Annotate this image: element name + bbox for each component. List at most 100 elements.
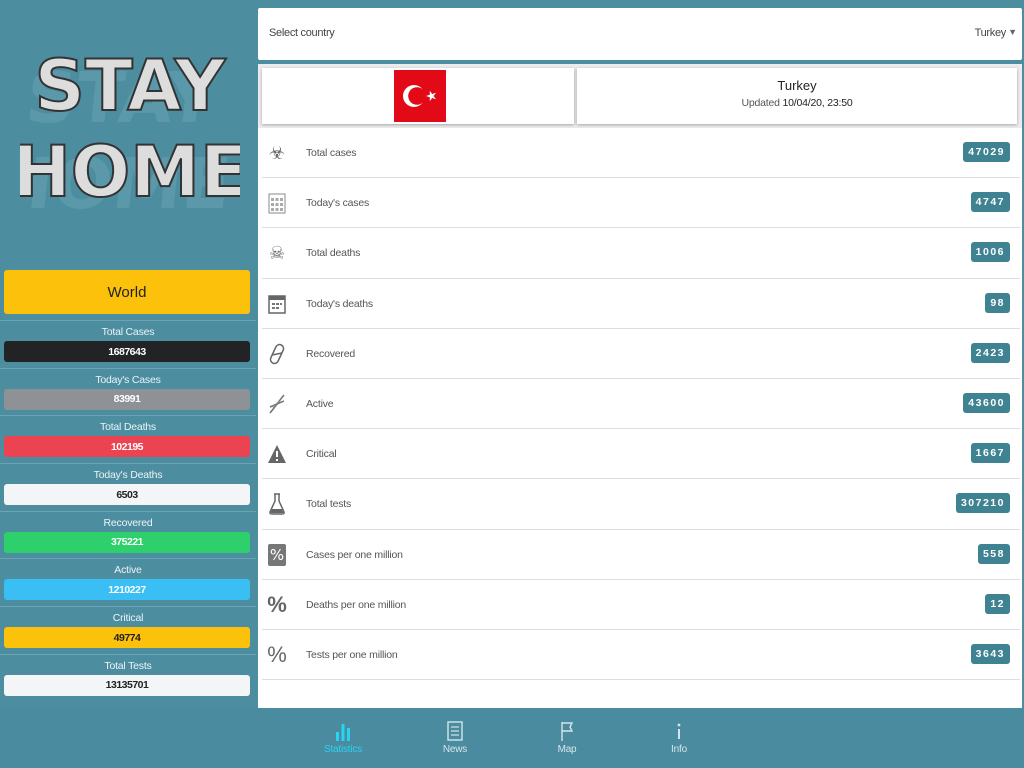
info-icon (649, 720, 709, 744)
calendar-icon (266, 292, 288, 316)
world-stat-label: Today's Cases (95, 373, 161, 386)
world-stat-total-tests: Total Tests 13135701 (0, 653, 256, 702)
world-stat-value: 13135701 (4, 674, 250, 696)
world-stat-total-deaths: Total Deaths 102195 (0, 415, 256, 463)
world-stat-label: Recovered (103, 516, 153, 529)
flask-icon (266, 492, 288, 516)
stat-badge: 1006 (970, 242, 1010, 263)
stat-row-todays-deaths: Today's deaths 98 (262, 279, 1020, 329)
world-stat-label: Active (114, 564, 142, 577)
bar-chart-icon (313, 720, 373, 744)
percent-box-icon: % (266, 543, 288, 567)
stat-row-todays-cases: Today's cases 4747 (262, 178, 1020, 229)
stat-label: Total tests (306, 498, 352, 511)
nav-label: Info (671, 744, 687, 755)
country-header: Turkey Updated 10/04/20, 23:50 (258, 64, 1022, 128)
stat-label: Total cases (306, 147, 357, 159)
stat-row-tests-per-million: % Tests per one million 3643 (262, 630, 1020, 681)
stat-row-critical: Critical 1667 (262, 429, 1020, 480)
biohazard-icon: ☣ (268, 142, 286, 163)
left-panel: STAY HOME STAY HOME World Total Cases 16… (0, 0, 256, 708)
nav-label: News (442, 744, 468, 755)
world-stat-recovered: Recovered 375221 (0, 510, 256, 559)
world-stat-label: Total Tests (104, 659, 152, 672)
dna-icon (266, 392, 288, 416)
world-stat-value: 375221 (4, 531, 250, 553)
newspaper-icon (425, 720, 485, 744)
world-stat-label: Total Cases (101, 326, 155, 338)
nav-info[interactable]: Info (649, 720, 709, 755)
world-stat-label: Total Deaths (100, 421, 156, 434)
world-stat-critical: Critical 49774 (0, 606, 256, 654)
stat-badge: 307210 (955, 493, 1010, 514)
stat-badge: 2423 (970, 342, 1010, 363)
world-stat-label: Critical (112, 612, 144, 625)
world-stat-todays-deaths: Today's Deaths 6503 (0, 463, 256, 511)
country-stats-list: ☣ Total cases 47029 Today's cases 4747 ☠… (258, 128, 1022, 681)
world-stat-active: Active 1210227 (0, 558, 256, 606)
turkey-flag-icon (394, 70, 446, 122)
world-stat-label: Today's Deaths (93, 469, 163, 482)
flag-box (262, 68, 574, 124)
world-stat-value: 1687643 (4, 341, 250, 362)
world-stat-total-cases: Total Cases 1687643 (0, 320, 256, 368)
stat-badge: 4747 (970, 192, 1010, 213)
stat-badge: 47029 (963, 142, 1010, 162)
stat-row-total-tests: Total tests 307210 (262, 479, 1020, 530)
updated-date: 10/04/20, 23:50 (782, 97, 853, 109)
flag-icon (537, 720, 597, 744)
country-select-label: Select country (269, 27, 335, 39)
stat-label: Critical (306, 448, 337, 461)
stat-label: Active (306, 397, 334, 410)
stat-row-recovered: Recovered 2423 (262, 329, 1020, 379)
world-stat-value: 49774 (4, 627, 250, 649)
calendar-grid-icon (266, 191, 288, 215)
stat-label: Cases per one million (306, 548, 403, 561)
skull-icon: ☠ (268, 242, 286, 263)
stat-row-active: Active 43600 (262, 379, 1020, 430)
stat-badge: 1667 (970, 443, 1010, 464)
stat-badge: 3643 (970, 643, 1010, 664)
stat-label: Recovered (306, 347, 355, 360)
country-card: Turkey Updated 10/04/20, 23:50 ☣ Total c… (258, 64, 1022, 708)
svg-text:STAY: STAY (35, 48, 227, 127)
bottom-nav: Statistics News Map Info (0, 708, 1024, 768)
caret-down-icon: ▼ (1008, 27, 1017, 37)
nav-label: Map (557, 744, 577, 755)
stat-label: Total deaths (306, 247, 361, 260)
world-button[interactable]: World (4, 270, 250, 314)
world-stat-todays-cases: Today's Cases 83991 (0, 367, 256, 416)
stat-row-deaths-per-million: % Deaths per one million 12 (262, 580, 1020, 630)
stat-row-total-deaths: ☠ Total deaths 1006 (262, 228, 1020, 279)
nav-statistics[interactable]: Statistics (313, 720, 373, 755)
stat-badge: 43600 (963, 392, 1010, 413)
stat-badge: 12 (985, 593, 1010, 614)
nav-map[interactable]: Map (537, 720, 597, 755)
stat-label: Tests per one million (306, 648, 398, 661)
stat-row-total-cases: ☣ Total cases 47029 (262, 128, 1020, 179)
country-select-value: Turkey (974, 27, 1007, 39)
stat-label: Today's cases (306, 197, 370, 210)
country-info: Turkey Updated 10/04/20, 23:50 (577, 68, 1017, 124)
stay-home-logo: STAY HOME STAY HOME (20, 48, 240, 225)
world-stat-value: 102195 (4, 436, 250, 458)
nav-news[interactable]: News (425, 720, 485, 755)
stat-row-cases-per-million: % Cases per one million 558 (262, 530, 1020, 580)
stat-badge: 558 (977, 543, 1010, 564)
stat-label: Today's deaths (306, 297, 373, 310)
percent-icon: % (267, 591, 287, 617)
world-stat-value: 1210227 (4, 579, 250, 601)
updated-line: Updated 10/04/20, 23:50 (577, 97, 1017, 109)
stat-label: Deaths per one million (306, 598, 407, 611)
country-select[interactable]: Select country Turkey ▼ (258, 8, 1022, 60)
pill-icon (266, 342, 288, 366)
world-stats-list: Total Cases 1687643 Today's Cases 83991 … (0, 320, 256, 702)
updated-label: Updated (741, 97, 780, 109)
svg-text:HOME: HOME (20, 131, 240, 213)
warning-icon (266, 442, 288, 466)
percent-thin-icon: % (267, 641, 287, 667)
world-button-label: World (107, 283, 147, 301)
stat-badge: 98 (985, 292, 1010, 313)
world-stat-value: 83991 (4, 388, 250, 410)
svg-text:%: % (270, 546, 284, 564)
